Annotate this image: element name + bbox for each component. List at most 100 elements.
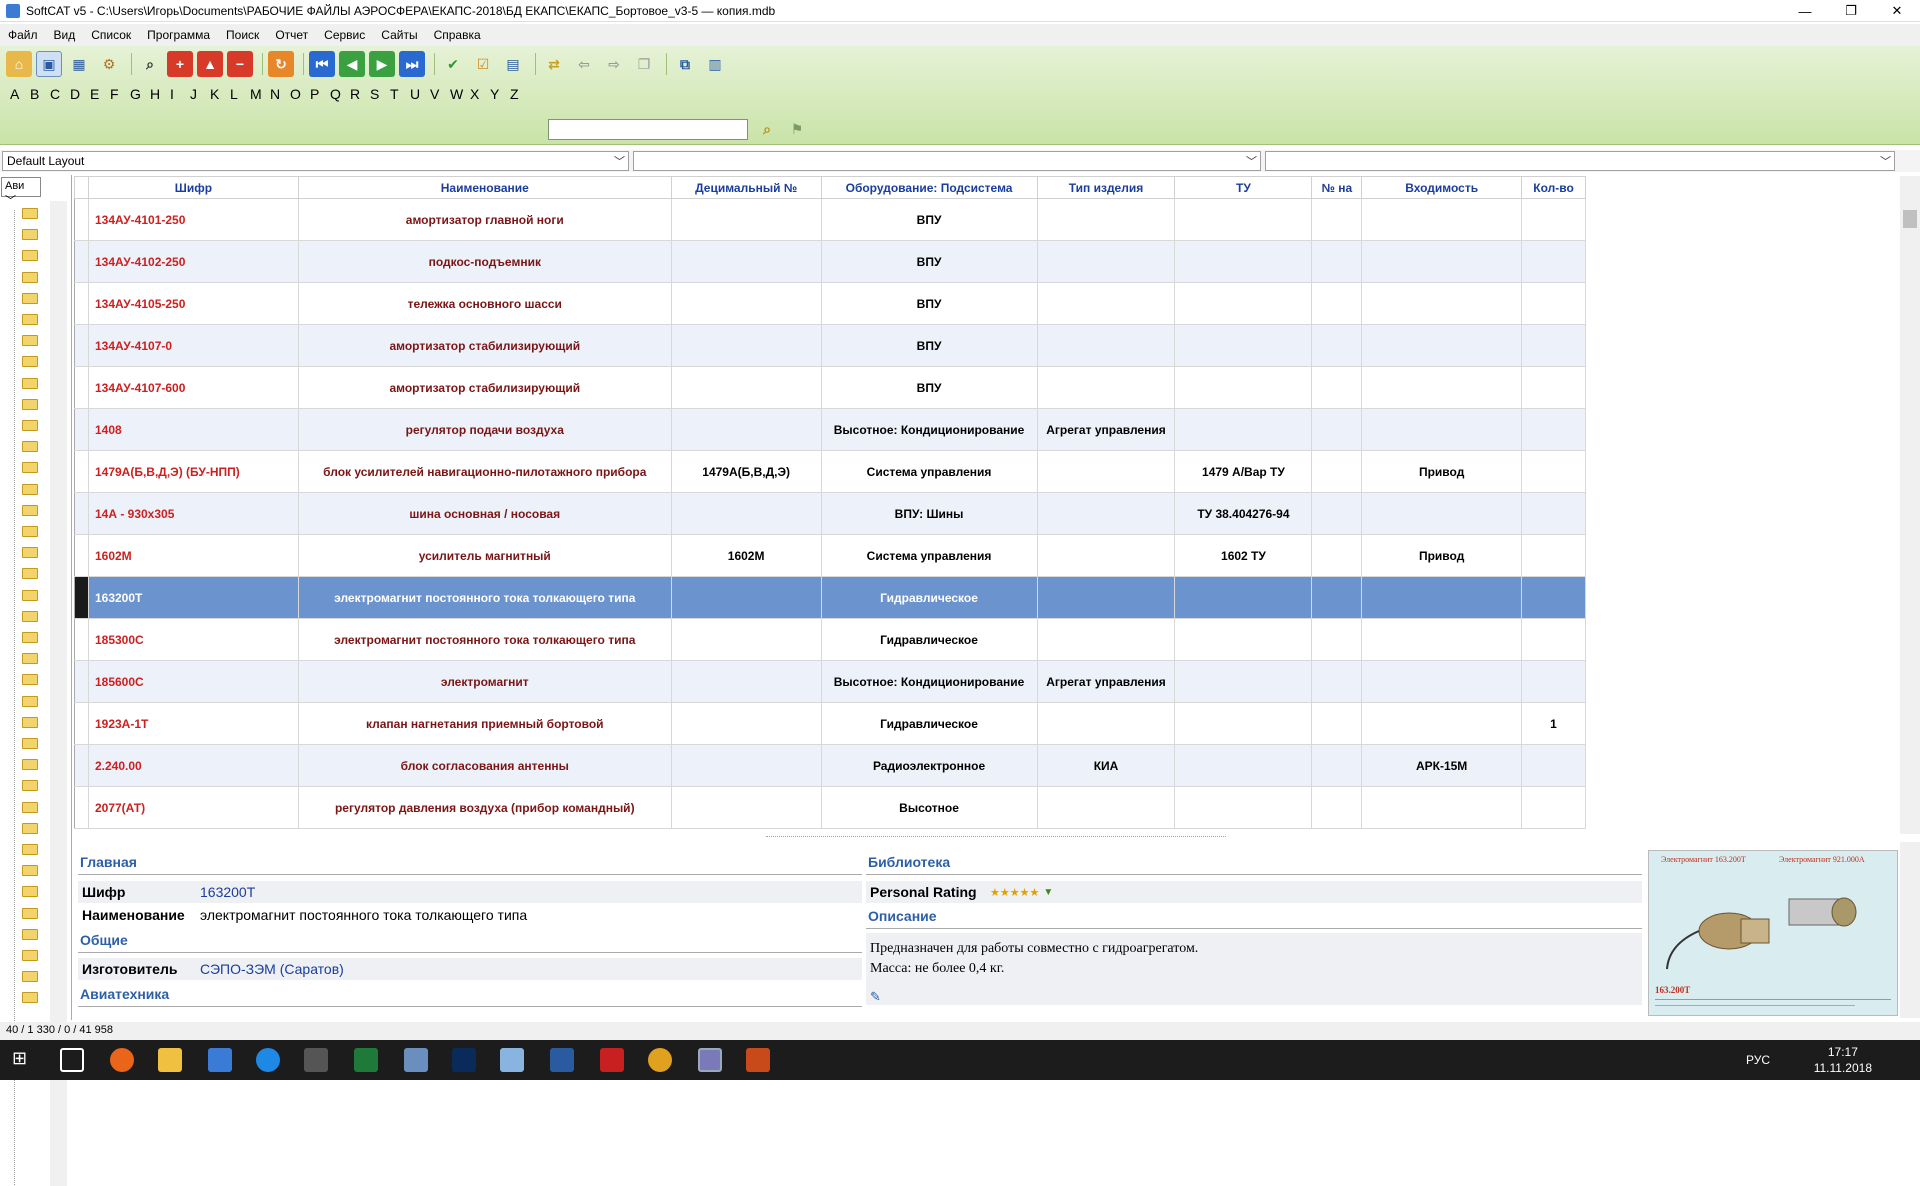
row-indicator[interactable] xyxy=(74,660,89,703)
cell-number[interactable] xyxy=(1311,450,1363,493)
explorer-icon[interactable] xyxy=(158,1048,182,1072)
folder-icon[interactable] xyxy=(22,504,38,516)
cell-type[interactable]: Агрегат управления xyxy=(1036,408,1176,451)
cell-name[interactable]: подкос-подъемник xyxy=(297,240,672,283)
cell-equipment[interactable]: Высотное: Кондиционирование xyxy=(820,408,1038,451)
cell-name[interactable]: усилитель магнитный xyxy=(297,534,672,577)
letter-y[interactable]: Y xyxy=(490,86,510,102)
folder-icon[interactable] xyxy=(22,759,38,771)
cell-quantity[interactable] xyxy=(1521,492,1586,535)
letter-w[interactable]: W xyxy=(450,86,470,102)
last-record-icon[interactable]: ⏭ xyxy=(399,51,425,77)
folder-icon[interactable] xyxy=(22,695,38,707)
folder-icon[interactable] xyxy=(22,632,38,643)
forward-icon[interactable]: ⇨ xyxy=(601,51,627,77)
maximize-button[interactable]: ❐ xyxy=(1828,0,1874,22)
cell-inclusion[interactable] xyxy=(1361,786,1523,829)
folder-icon[interactable] xyxy=(22,865,38,877)
column-number[interactable]: № на xyxy=(1311,176,1363,199)
row-indicator[interactable] xyxy=(74,702,89,745)
cell-quantity[interactable] xyxy=(1521,366,1586,409)
cell-name[interactable]: амортизатор главной ноги xyxy=(297,198,672,241)
folder-icon[interactable] xyxy=(22,780,38,792)
find-icon[interactable]: ⌕ xyxy=(754,116,780,142)
cell-inclusion[interactable] xyxy=(1361,576,1523,619)
name-value[interactable]: электромагнит постоянного тока толкающег… xyxy=(200,907,527,923)
menu-search[interactable]: Поиск xyxy=(218,28,267,42)
cell-cipher[interactable]: 185300С xyxy=(87,618,299,661)
folder-icon[interactable] xyxy=(22,674,38,686)
letter-k[interactable]: K xyxy=(210,86,230,102)
folder-icon[interactable] xyxy=(22,483,38,495)
cell-tu[interactable] xyxy=(1174,702,1313,745)
excel-icon[interactable] xyxy=(354,1048,378,1072)
form-view-icon[interactable]: ▣ xyxy=(36,51,62,77)
letter-l[interactable]: L xyxy=(230,86,250,102)
delete-record-icon[interactable]: − xyxy=(227,51,253,77)
letter-i[interactable]: I xyxy=(170,86,190,102)
cell-type[interactable]: КИА xyxy=(1036,744,1176,787)
app-icon[interactable] xyxy=(404,1048,428,1072)
folder-icon[interactable] xyxy=(22,589,38,601)
column-cipher[interactable]: Шифр xyxy=(87,176,299,199)
chart-icon[interactable]: ▥ xyxy=(702,51,728,77)
maker-value[interactable]: СЭПО-ЗЭМ (Саратов) xyxy=(200,961,344,977)
cell-cipher[interactable]: 2077(АТ) xyxy=(87,786,299,829)
cell-equipment[interactable]: ВПУ xyxy=(820,240,1038,283)
cell-quantity[interactable] xyxy=(1521,618,1586,661)
cell-quantity[interactable] xyxy=(1521,786,1586,829)
folder-icon[interactable] xyxy=(22,292,38,304)
cell-number[interactable] xyxy=(1311,744,1363,787)
cell-inclusion[interactable] xyxy=(1361,198,1523,241)
cell-name[interactable]: амортизатор стабилизирующий xyxy=(297,366,672,409)
cell-number[interactable] xyxy=(1311,240,1363,283)
cell-decimal[interactable] xyxy=(670,240,822,283)
folder-icon[interactable] xyxy=(22,822,38,834)
folder-icon[interactable] xyxy=(22,738,38,749)
chrome-icon[interactable] xyxy=(648,1048,672,1072)
grid-view-icon[interactable]: ▦ xyxy=(66,51,92,77)
filter-icon[interactable]: ⚑ xyxy=(784,116,810,142)
cell-type[interactable] xyxy=(1036,366,1176,409)
tree-filter-select[interactable]: Ави ﹀ xyxy=(1,177,41,207)
letter-z[interactable]: Z xyxy=(510,86,530,102)
cell-decimal[interactable] xyxy=(670,408,822,451)
folder-icon[interactable] xyxy=(22,250,38,262)
letter-a[interactable]: A xyxy=(10,86,30,102)
layout-select[interactable]: Default Layout ﹀ xyxy=(2,151,629,171)
cell-cipher[interactable]: 185600С xyxy=(87,660,299,703)
cell-tu[interactable]: 1479 А/Вар ТУ xyxy=(1174,450,1313,493)
search-input[interactable] xyxy=(548,118,748,140)
folder-icon[interactable] xyxy=(22,398,38,410)
cell-tu[interactable] xyxy=(1174,240,1313,283)
folder-icon[interactable] xyxy=(22,610,38,622)
table-icon[interactable]: ▤ xyxy=(500,51,526,77)
cell-tu[interactable] xyxy=(1174,744,1313,787)
cell-decimal[interactable] xyxy=(670,324,822,367)
cell-cipher[interactable]: 134АУ-4101-250 xyxy=(87,198,299,241)
column-decimal[interactable]: Децимальный № xyxy=(670,176,822,199)
cell-tu[interactable] xyxy=(1174,576,1313,619)
cell-number[interactable] xyxy=(1311,576,1363,619)
cell-cipher[interactable]: 1408 xyxy=(87,408,299,451)
column-inclusion[interactable]: Входимость xyxy=(1361,176,1523,199)
search-icon[interactable]: ⌕ xyxy=(137,51,163,77)
folder-icon[interactable] xyxy=(22,356,38,368)
menu-list[interactable]: Список xyxy=(83,28,139,42)
scroll-thumb[interactable] xyxy=(1903,210,1917,228)
cell-cipher[interactable]: 1479А(Б,В,Д,Э) (БУ-НПП) xyxy=(87,450,299,493)
table-row[interactable]: 134АУ-4102-250 подкос-подъемник ВПУ xyxy=(74,240,1586,283)
cell-cipher[interactable]: 2.240.00 xyxy=(87,744,299,787)
add-record-icon[interactable]: + xyxy=(167,51,193,77)
cell-quantity[interactable] xyxy=(1521,744,1586,787)
row-indicator[interactable] xyxy=(74,492,89,535)
filter-select-2[interactable]: ﹀ xyxy=(1265,151,1895,171)
cell-cipher[interactable]: 163200Т xyxy=(87,576,299,619)
cell-inclusion[interactable] xyxy=(1361,702,1523,745)
cell-number[interactable] xyxy=(1311,786,1363,829)
cell-equipment[interactable]: ВПУ xyxy=(820,324,1038,367)
menu-file[interactable]: Файл xyxy=(0,28,46,42)
app-icon[interactable] xyxy=(304,1048,328,1072)
pdf-icon[interactable] xyxy=(600,1048,624,1072)
cell-type[interactable] xyxy=(1036,450,1176,493)
